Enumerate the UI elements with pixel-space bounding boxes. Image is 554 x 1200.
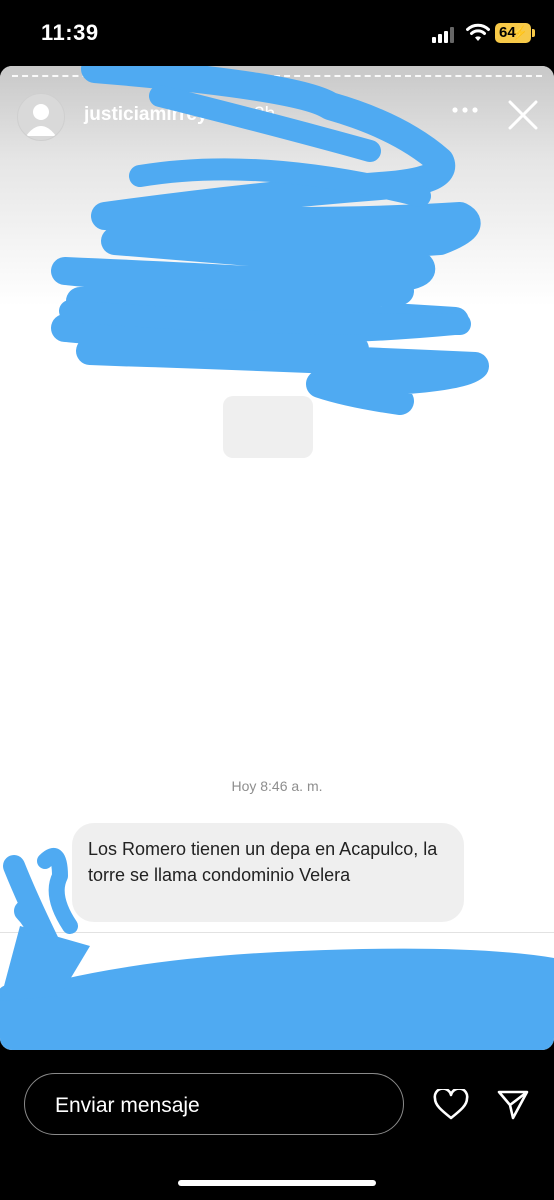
heart-icon[interactable] bbox=[433, 1089, 469, 1121]
redaction-scribble-top bbox=[0, 66, 554, 1050]
wifi-icon bbox=[466, 23, 490, 41]
message-input-placeholder: Enviar mensaje bbox=[55, 1094, 200, 1117]
status-time: 11:39 bbox=[41, 20, 99, 45]
home-indicator bbox=[178, 1180, 376, 1186]
charging-bolt-icon: ⚡ bbox=[511, 25, 528, 40]
story-card[interactable]: justiciamirreyes 3h Hoy 8:46 a. m. Los R… bbox=[0, 66, 554, 1050]
battery-charging-icon: 64 ⚡ bbox=[495, 23, 531, 43]
status-bar: 11:39 64 ⚡ bbox=[0, 0, 554, 66]
battery-tip bbox=[532, 29, 535, 37]
send-icon[interactable] bbox=[497, 1089, 529, 1121]
message-input[interactable]: Enviar mensaje bbox=[24, 1073, 404, 1135]
signal-icon bbox=[432, 27, 454, 43]
